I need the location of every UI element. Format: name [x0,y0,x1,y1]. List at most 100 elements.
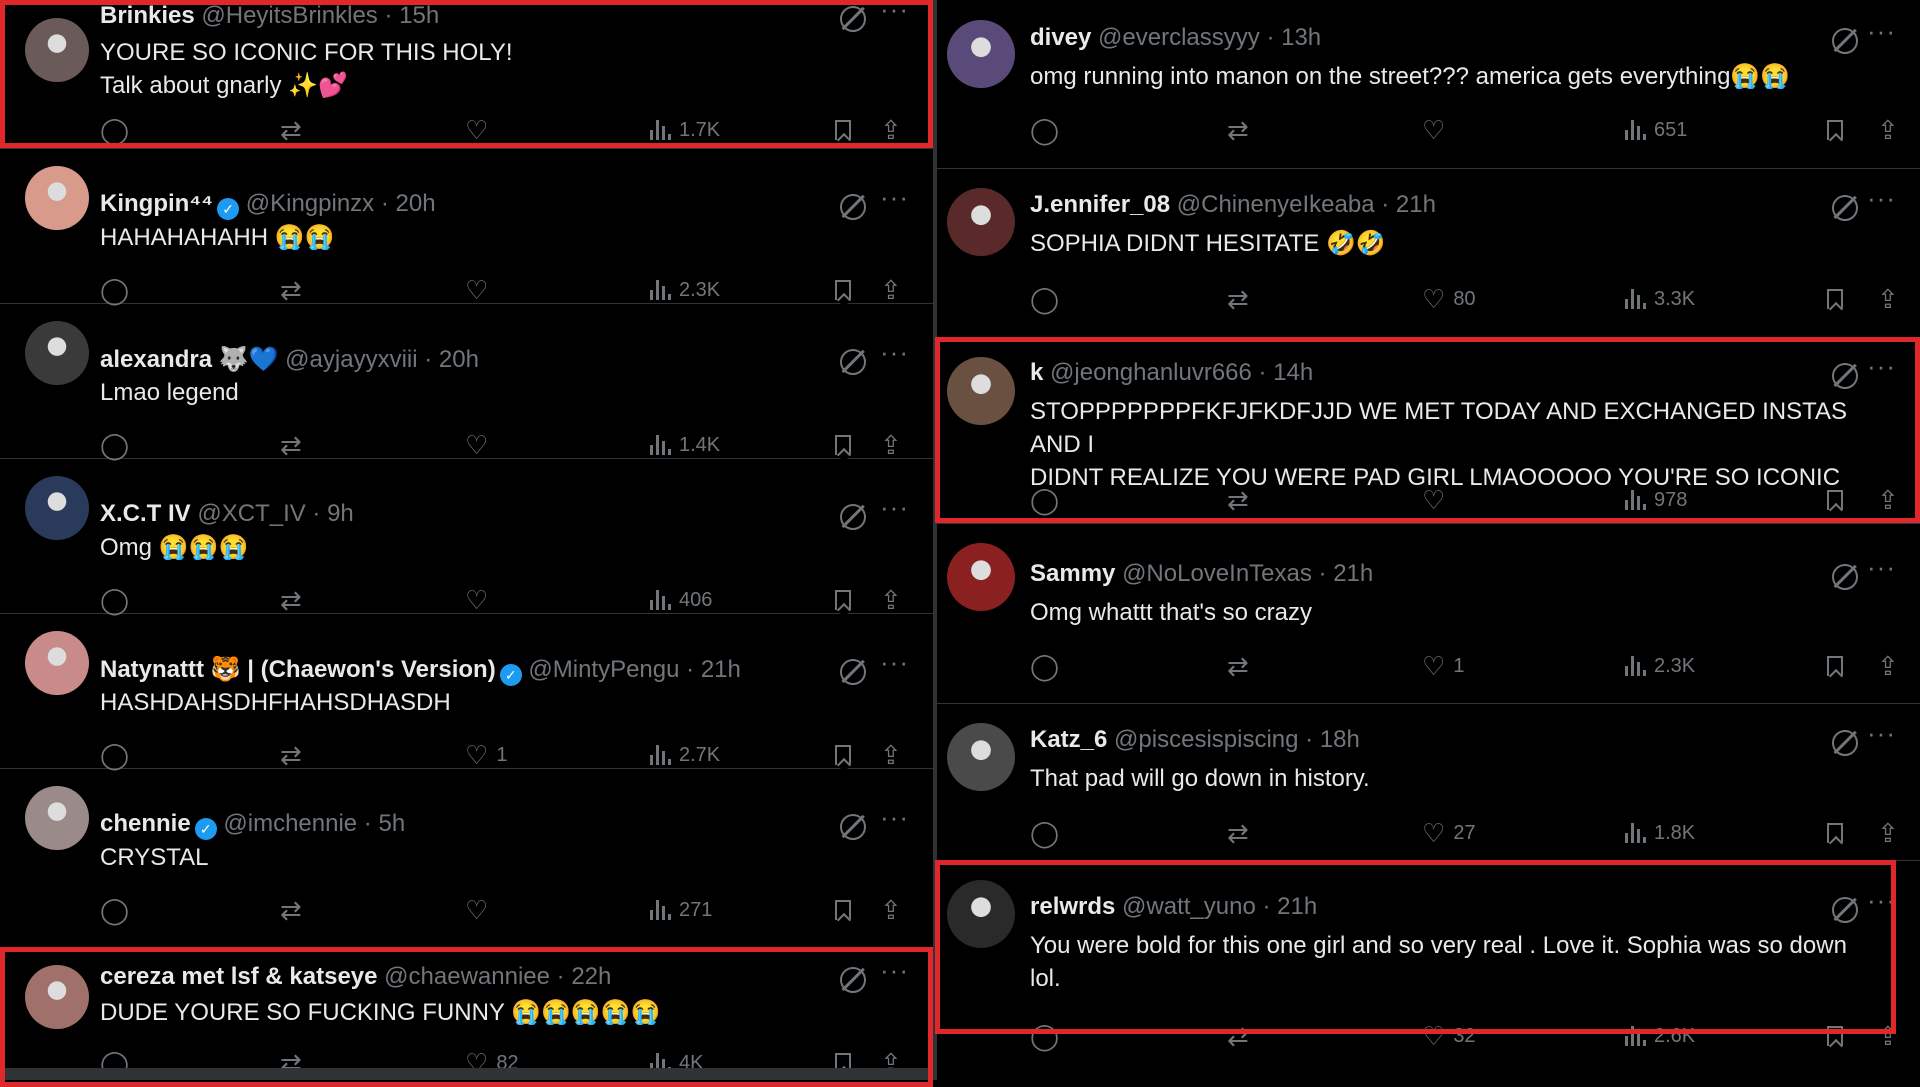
timestamp[interactable]: 21h [1333,560,1373,587]
author-handle[interactable]: @jeonghanluvr666 [1050,359,1252,386]
views-button[interactable]: 2.3K [650,275,720,305]
like-button[interactable]: ♡ [465,115,496,145]
retweet-button[interactable]: ⇄ [280,740,302,770]
author-handle[interactable]: @NoLoveInTexas [1122,560,1312,587]
bookmark-button[interactable] [835,115,851,145]
grok-icon[interactable] [840,659,866,685]
bookmark-button[interactable] [835,740,851,770]
avatar[interactable] [25,786,89,850]
retweet-button[interactable]: ⇄ [280,585,302,615]
more-icon[interactable]: ··· [880,647,909,678]
author-handle[interactable]: @piscesispiscing [1114,726,1298,753]
reply-button[interactable]: ◯ [1030,115,1059,145]
share-button[interactable]: ⇪ [1877,284,1899,314]
grok-icon[interactable] [1832,897,1858,923]
more-icon[interactable]: ··· [1867,718,1896,749]
author-handle[interactable]: @everclassyyy [1098,24,1260,51]
reply-button[interactable]: ◯ [1030,1021,1059,1051]
retweet-button[interactable]: ⇄ [280,115,302,145]
like-button[interactable]: ♡ 27 [1422,818,1476,848]
avatar[interactable] [947,357,1015,425]
retweet-button[interactable]: ⇄ [280,430,302,460]
reply-button[interactable]: ◯ [100,585,129,615]
grok-icon[interactable] [840,814,866,840]
avatar[interactable] [947,543,1015,611]
timestamp[interactable]: 21h [1277,893,1317,920]
author-handle[interactable]: @ChinenyeIkeaba [1177,191,1375,218]
more-icon[interactable]: ··· [1867,885,1896,916]
more-icon[interactable]: ··· [880,955,909,986]
like-button[interactable]: ♡ 80 [1422,284,1476,314]
share-button[interactable]: ⇪ [1877,1021,1899,1051]
timestamp[interactable]: 13h [1281,24,1321,51]
author-handle[interactable]: @imchennie [223,810,357,837]
like-button[interactable]: ♡ [465,430,496,460]
bookmark-button[interactable] [1827,1021,1843,1051]
author-name[interactable]: Natynattt 🐯 | (Chaewon's Version) [100,656,496,683]
share-button[interactable]: ⇪ [880,895,902,925]
grok-icon[interactable] [840,349,866,375]
avatar[interactable] [947,880,1015,948]
grok-icon[interactable] [1832,195,1858,221]
views-button[interactable]: 2.3K [1625,651,1695,681]
share-button[interactable]: ⇪ [1877,115,1899,145]
avatar[interactable] [25,631,89,695]
author-name[interactable]: X.C.T IV [100,500,191,527]
share-button[interactable]: ⇪ [1877,818,1899,848]
like-button[interactable]: ♡ 32 [1422,1021,1476,1051]
author-name[interactable]: relwrds [1030,893,1115,920]
retweet-button[interactable]: ⇄ [1227,115,1249,145]
author-name[interactable]: Sammy [1030,560,1115,587]
share-button[interactable]: ⇪ [880,585,902,615]
avatar[interactable] [25,18,89,82]
views-button[interactable]: 1.7K [650,115,720,145]
author-name[interactable]: alexandra 🐺💙 [100,346,279,373]
reply-button[interactable]: ◯ [100,115,129,145]
author-handle[interactable]: @XCT_IV [197,500,305,527]
bookmark-button[interactable] [835,895,851,925]
retweet-button[interactable]: ⇄ [280,895,302,925]
avatar[interactable] [25,965,89,1029]
like-button[interactable]: ♡ [1422,485,1453,515]
reply-button[interactable]: ◯ [1030,284,1059,314]
like-button[interactable]: ♡ 1 [465,740,507,770]
retweet-button[interactable]: ⇄ [1227,1021,1249,1051]
timestamp[interactable]: 21h [1396,191,1436,218]
author-handle[interactable]: @chaewanniee [384,963,550,990]
share-button[interactable]: ⇪ [880,430,902,460]
author-name[interactable]: k [1030,359,1043,386]
bookmark-button[interactable] [835,275,851,305]
share-button[interactable]: ⇪ [880,275,902,305]
more-icon[interactable]: ··· [880,0,909,25]
views-button[interactable]: 2.7K [650,740,720,770]
more-icon[interactable]: ··· [1867,552,1896,583]
grok-icon[interactable] [1832,564,1858,590]
author-handle[interactable]: @MintyPengu [528,656,679,683]
avatar[interactable] [947,723,1015,791]
avatar[interactable] [25,321,89,385]
reply-button[interactable]: ◯ [100,895,129,925]
avatar[interactable] [25,166,89,230]
timestamp[interactable]: 9h [327,500,354,527]
reply-button[interactable]: ◯ [1030,818,1059,848]
grok-icon[interactable] [1832,28,1858,54]
more-icon[interactable]: ··· [880,492,909,523]
more-icon[interactable]: ··· [1867,351,1896,382]
bookmark-button[interactable] [1827,284,1843,314]
views-button[interactable]: 651 [1625,115,1687,145]
share-button[interactable]: ⇪ [1877,485,1899,515]
bookmark-button[interactable] [1827,818,1843,848]
views-button[interactable]: 1.8K [1625,818,1695,848]
author-name[interactable]: cereza met lsf & katseye [100,963,378,990]
like-button[interactable]: ♡ [465,275,496,305]
author-handle[interactable]: @Kingpinzx [246,190,374,217]
timestamp[interactable]: 22h [571,963,611,990]
retweet-button[interactable]: ⇄ [1227,818,1249,848]
views-button[interactable]: 2.6K [1625,1021,1695,1051]
grok-icon[interactable] [840,6,866,32]
grok-icon[interactable] [1832,363,1858,389]
timestamp[interactable]: 5h [378,810,405,837]
like-button[interactable]: ♡ [465,585,496,615]
like-button[interactable]: ♡ [1422,115,1453,145]
more-icon[interactable]: ··· [1867,16,1896,47]
